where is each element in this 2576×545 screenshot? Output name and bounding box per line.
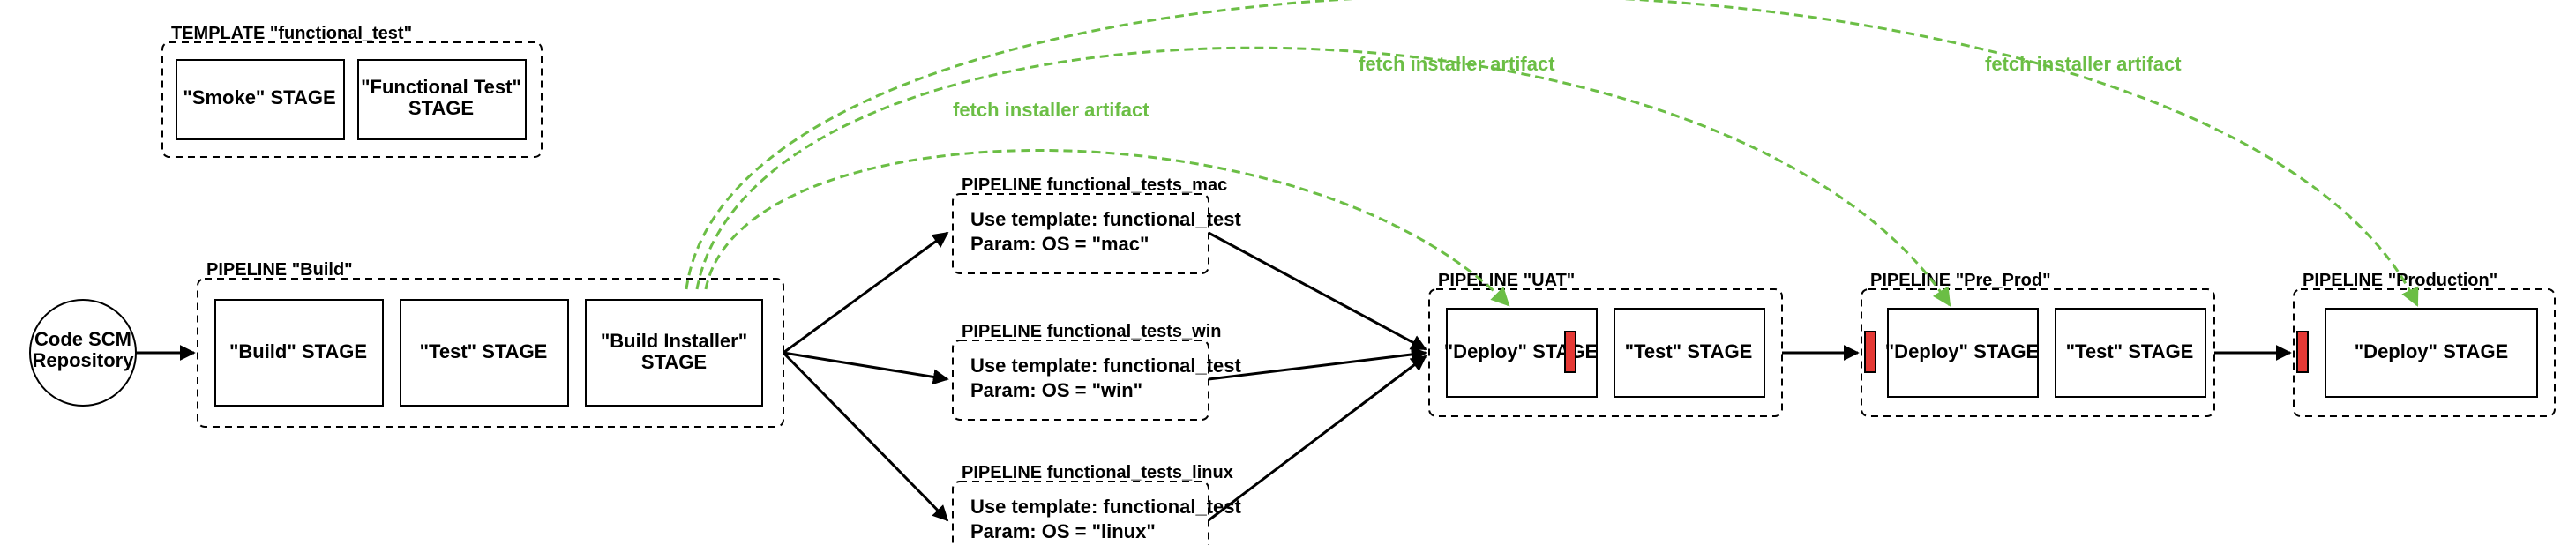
artifact-label-uat: fetch installer artifact [953, 99, 1149, 121]
svg-text:"Test" STAGE: "Test" STAGE [2066, 340, 2194, 362]
svg-text:PIPELINE "Production": PIPELINE "Production" [2303, 271, 2497, 290]
svg-text:Use template: functional_test: Use template: functional_test [970, 355, 1242, 377]
svg-text:Param: OS = "win": Param: OS = "win" [970, 379, 1142, 401]
svg-text:PIPELINE "Build": PIPELINE "Build" [206, 260, 353, 280]
svg-text:Param: OS = "linux": Param: OS = "linux" [970, 520, 1156, 542]
arrow-build-to-linux [783, 353, 947, 520]
build-stage: "Build" STAGE [215, 300, 383, 406]
arrow-win-to-uat [1209, 353, 1426, 379]
svg-text:"Build" STAGE: "Build" STAGE [229, 340, 367, 362]
svg-text:Use template: functional_test: Use template: functional_test [970, 208, 1242, 230]
prod-manual-approval-tab[interactable] [2297, 332, 2308, 372]
svg-text:STAGE: STAGE [408, 97, 474, 119]
svg-text:Code SCM: Code SCM [34, 328, 131, 350]
preprod-test-stage: "Test" STAGE [2056, 309, 2205, 397]
build-pipeline: PIPELINE "Build" "Build" STAGE "Test" ST… [198, 260, 783, 427]
artifact-arc-preprod [697, 48, 1950, 305]
svg-text:Param: OS = "mac": Param: OS = "mac" [970, 233, 1149, 255]
svg-text:"Deploy" STAGE: "Deploy" STAGE [1885, 340, 2039, 362]
svg-text:PIPELINE "Pre_Prod": PIPELINE "Pre_Prod" [1870, 271, 2051, 290]
smoke-stage: "Smoke" STAGE [176, 60, 344, 139]
svg-text:STAGE: STAGE [641, 351, 707, 373]
svg-text:Use template: functional_test: Use template: functional_test [970, 496, 1242, 518]
pipeline-preprod: PIPELINE "Pre_Prod" "Deploy" STAGE "Test… [1861, 271, 2214, 416]
svg-text:"Build Installer": "Build Installer" [601, 330, 747, 352]
uat-manual-approval-tab[interactable] [1565, 332, 1576, 372]
uat-test-stage: "Test" STAGE [1614, 309, 1764, 397]
svg-text:"Functional Test": "Functional Test" [361, 76, 521, 98]
arrow-build-to-mac [783, 233, 947, 353]
test-stage: "Test" STAGE [401, 300, 568, 406]
code-scm-repo: Code SCM Repository [30, 300, 136, 406]
arrow-mac-to-uat [1209, 233, 1426, 349]
pipeline-ft-linux: PIPELINE functional_tests_linux Use temp… [953, 463, 1242, 545]
pipeline-production: PIPELINE "Production" "Deploy" STAGE [2294, 271, 2555, 416]
template-title: TEMPLATE "functional_test" [171, 24, 412, 43]
pipeline-ft-win: PIPELINE functional_tests_win Use templa… [953, 322, 1242, 420]
pipeline-ft-mac: PIPELINE functional_tests_mac Use templa… [953, 175, 1242, 273]
svg-text:"Test" STAGE: "Test" STAGE [1625, 340, 1753, 362]
preprod-deploy-stage: "Deploy" STAGE [1885, 309, 2039, 397]
build-installer-stage: "Build Installer" STAGE [586, 300, 762, 406]
svg-text:PIPELINE functional_tests_linu: PIPELINE functional_tests_linux [962, 463, 1233, 482]
arrow-linux-to-uat [1209, 356, 1426, 520]
svg-text:PIPELINE "UAT": PIPELINE "UAT" [1438, 271, 1575, 290]
svg-text:PIPELINE functional_tests_mac: PIPELINE functional_tests_mac [962, 175, 1227, 195]
pipeline-uat: PIPELINE "UAT" "Deploy" STAGE "Test" STA… [1429, 271, 1782, 416]
svg-text:"Deploy" STAGE: "Deploy" STAGE [2355, 340, 2508, 362]
template-container: TEMPLATE "functional_test" "Smoke" STAGE… [162, 24, 542, 157]
svg-text:Repository: Repository [33, 349, 135, 371]
arrow-build-to-win [783, 353, 947, 379]
svg-text:"Test" STAGE: "Test" STAGE [420, 340, 548, 362]
prod-deploy-stage: "Deploy" STAGE [2325, 309, 2537, 397]
svg-text:"Smoke" STAGE: "Smoke" STAGE [183, 86, 335, 108]
functional-test-stage: "Functional Test" STAGE [358, 60, 526, 139]
artifact-arc-prod [686, 0, 2417, 305]
preprod-manual-approval-tab[interactable] [1865, 332, 1876, 372]
artifact-label-prod: fetch installer artifact [1985, 53, 2182, 75]
svg-text:PIPELINE functional_tests_win: PIPELINE functional_tests_win [962, 322, 1222, 341]
artifact-label-preprod: fetch installer artifact [1359, 53, 1555, 75]
